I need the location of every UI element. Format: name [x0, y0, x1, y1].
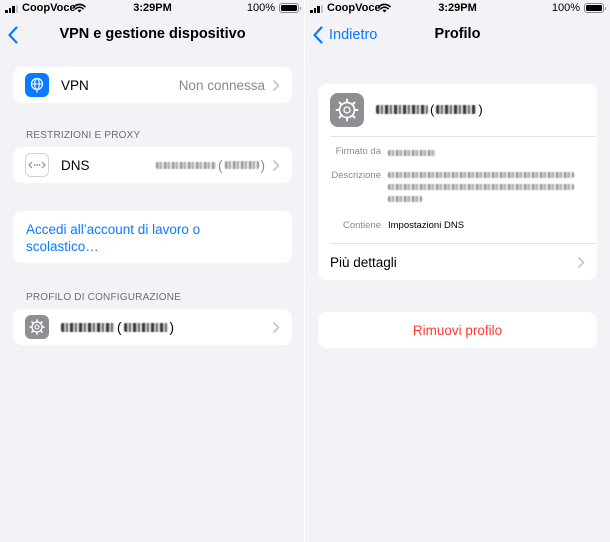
- gear-icon: [25, 315, 49, 339]
- work-account-line2: scolastico…: [26, 239, 99, 254]
- signed-by-value-redacted: [388, 148, 436, 159]
- vpn-row[interactable]: VPN Non connessa: [13, 67, 292, 103]
- signed-by-label: Firmato da: [335, 146, 381, 157]
- vpn-device-management-screen: CoopVoce 3:29PM 100% VPN e gestione disp…: [0, 0, 305, 542]
- status-bar: CoopVoce 3:29PM 100%: [0, 0, 305, 18]
- section-header-configuration-profile: PROFILO DI CONFIGURAZIONE: [26, 292, 182, 303]
- profile-name-redacted: (): [376, 102, 483, 117]
- configuration-profile-row[interactable]: (): [13, 309, 292, 345]
- vpn-status-value: Non connessa: [178, 77, 265, 93]
- dns-value-redacted: (): [156, 158, 265, 173]
- section-header-restrictions: RESTRIZIONI E PROXY: [26, 130, 141, 141]
- description-value-redacted: [388, 172, 578, 202]
- battery-percentage: 100%: [551, 2, 580, 14]
- configuration-profile-name-redacted: (): [61, 320, 273, 335]
- chevron-right-icon: [578, 256, 585, 268]
- work-account-line1: Accedi all’account di lavoro o: [26, 222, 201, 237]
- battery-percentage: 100%: [246, 2, 275, 14]
- status-bar: CoopVoce 3:29PM 100%: [305, 0, 610, 18]
- globe-icon: [25, 73, 49, 97]
- vpn-card: VPN Non connessa: [13, 67, 292, 103]
- gear-icon: [330, 93, 364, 127]
- configuration-profile-card: (): [13, 309, 292, 345]
- dns-card: DNS (): [13, 147, 292, 183]
- dns-icon: [25, 153, 49, 177]
- dns-row[interactable]: DNS (): [13, 147, 292, 183]
- battery-icon: [279, 3, 301, 13]
- chevron-right-icon: [273, 321, 280, 333]
- dns-label: DNS: [61, 157, 90, 173]
- page-title: VPN e gestione dispositivo: [59, 26, 246, 42]
- remove-profile-card: Rimuovi profilo: [318, 312, 597, 348]
- work-account-signin-link[interactable]: Accedi all’account di lavoro o scolastic…: [13, 211, 292, 255]
- contains-label: Contiene: [342, 220, 381, 231]
- remove-profile-button[interactable]: Rimuovi profilo: [318, 312, 597, 348]
- profile-screen: CoopVoce 3:29PM 100% Indietro Profilo ()…: [305, 0, 610, 542]
- contains-value: Impostazioni DNS: [388, 220, 465, 231]
- navigation-bar: VPN e gestione dispositivo: [0, 18, 305, 50]
- navigation-bar: Indietro Profilo: [305, 18, 610, 50]
- description-label: Descrizione: [331, 170, 381, 181]
- battery-icon: [584, 3, 606, 13]
- more-details-label: Più dettagli: [330, 254, 397, 270]
- work-account-card: Accedi all’account di lavoro o scolastic…: [13, 211, 292, 263]
- vpn-label: VPN: [61, 77, 89, 93]
- separator: [330, 136, 597, 137]
- chevron-right-icon: [273, 159, 280, 171]
- more-details-row[interactable]: Più dettagli: [318, 244, 597, 280]
- chevron-right-icon: [273, 79, 280, 91]
- profile-info-card: () Firmato da Descrizione Contiene Impos…: [318, 84, 597, 280]
- page-title: Profilo: [434, 26, 481, 42]
